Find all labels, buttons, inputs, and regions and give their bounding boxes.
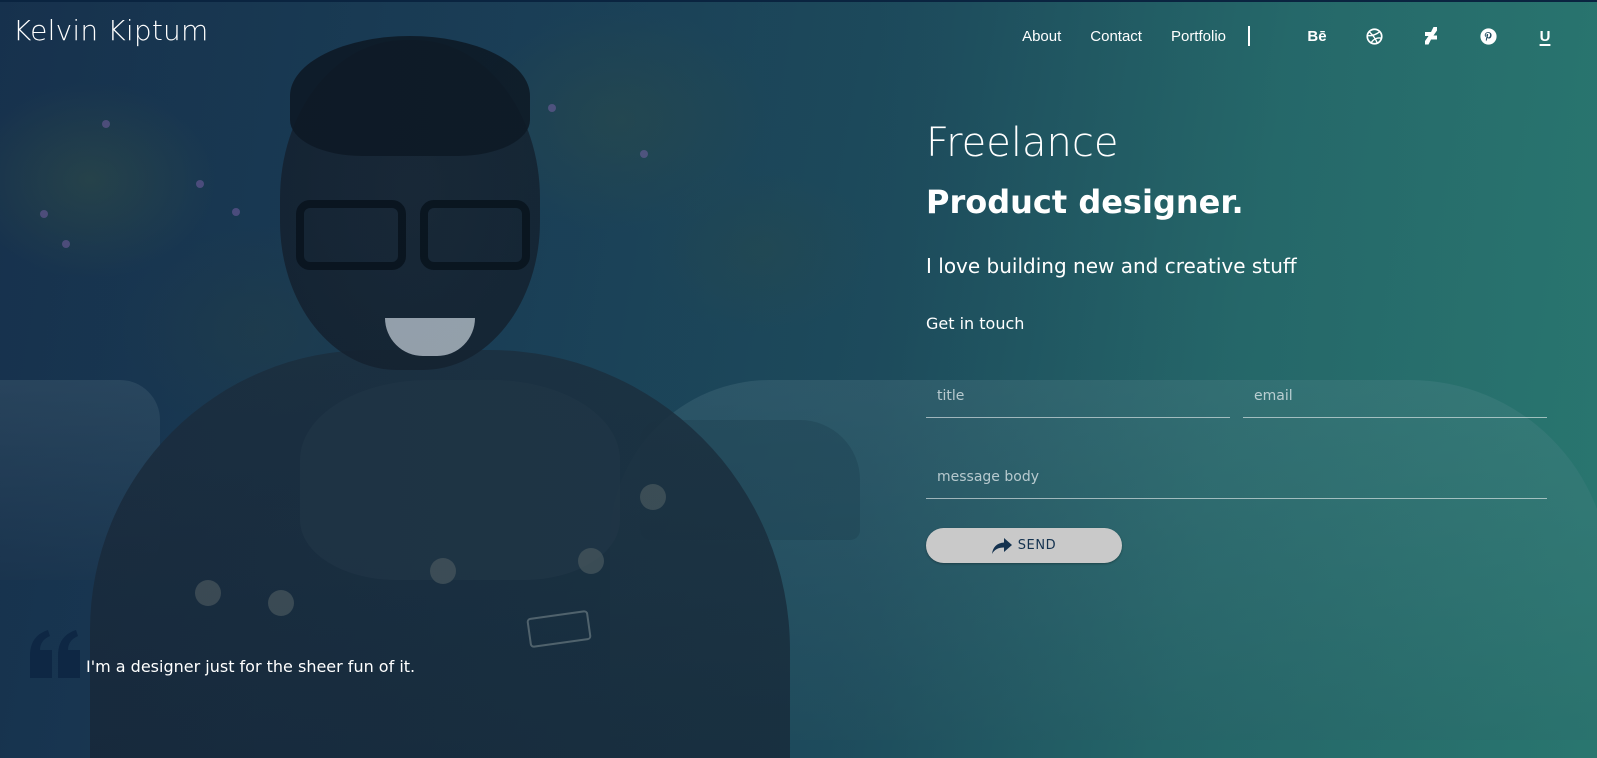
- hero: Freelance Product designer. I love build…: [926, 118, 1547, 333]
- hero-tagline: I love building new and creative stuff: [926, 254, 1297, 278]
- page: Kelvin Kiptum About Contact Portfolio Bē: [0, 0, 1597, 758]
- share-arrow-icon: [991, 537, 1012, 554]
- pinterest-glyph: [1479, 27, 1497, 45]
- contact-form-row-1: [926, 386, 1547, 418]
- upwork-icon-text: U: [1539, 27, 1551, 45]
- message-input[interactable]: [926, 468, 1547, 499]
- behance-icon[interactable]: Bē: [1305, 24, 1329, 48]
- hero-title-line1: Freelance: [926, 120, 1119, 166]
- contact-heading: Get in touch: [926, 314, 1025, 333]
- nav-divider: [1248, 26, 1250, 46]
- color-overlay: [0, 0, 1597, 758]
- quote-icon: [30, 630, 80, 678]
- dribbble-icon[interactable]: [1362, 24, 1386, 48]
- dribbble-glyph: [1365, 27, 1383, 45]
- upwork-icon[interactable]: U: [1533, 24, 1557, 48]
- send-button[interactable]: SEND: [926, 528, 1122, 563]
- pinterest-icon[interactable]: [1476, 24, 1500, 48]
- nav-contact[interactable]: Contact: [1090, 28, 1142, 45]
- contact-form-row-2: [926, 468, 1547, 499]
- quote-text: I'm a designer just for the sheer fun of…: [86, 657, 416, 676]
- top-border: [0, 0, 1597, 2]
- send-label: SEND: [1017, 538, 1057, 553]
- nav-portfolio[interactable]: Portfolio: [1171, 28, 1226, 45]
- deviantart-glyph: [1425, 27, 1437, 45]
- top-nav: About Contact Portfolio Bē U: [993, 24, 1557, 48]
- deviantart-icon[interactable]: [1419, 24, 1443, 48]
- brand-name[interactable]: Kelvin Kiptum: [13, 14, 208, 47]
- hero-title-line2: Product designer.: [926, 183, 1244, 221]
- email-input[interactable]: [1243, 386, 1547, 418]
- title-input[interactable]: [926, 386, 1230, 418]
- nav-about[interactable]: About: [1022, 28, 1061, 45]
- behance-icon-text: Bē: [1307, 27, 1327, 45]
